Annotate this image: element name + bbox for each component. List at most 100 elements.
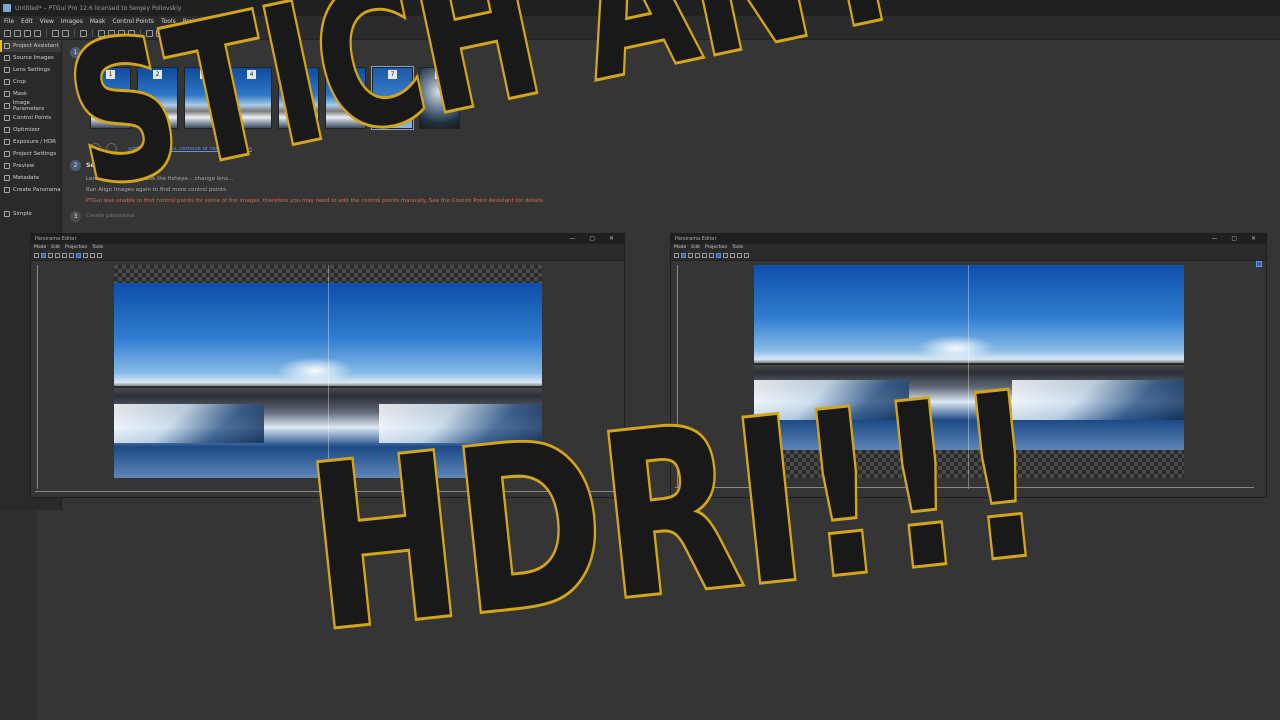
metadata-icon <box>4 175 10 181</box>
sidebar-item-label: Image Parameters <box>12 100 45 112</box>
sidebar-item-control-points[interactable]: Control Points <box>0 112 61 124</box>
editor-tool-icon[interactable] <box>90 253 95 258</box>
editor-tool-icon[interactable] <box>695 253 700 258</box>
sidebar-item-label: Project Assistant <box>13 43 59 49</box>
save-project-icon[interactable] <box>24 29 31 37</box>
save-as-icon[interactable] <box>34 29 41 37</box>
sidebar-item-create-panorama[interactable]: Create Panorama <box>0 184 61 196</box>
editor-menu-mode[interactable]: Mode <box>34 245 46 250</box>
sidebar-item-crop[interactable]: Crop <box>0 76 61 88</box>
editor-tool-icon[interactable] <box>69 253 74 258</box>
overlay-title-line-2: HDRI!!! <box>295 342 1057 684</box>
editor-tool-icon[interactable] <box>681 253 686 258</box>
crop-icon <box>4 79 10 85</box>
snow-drift <box>114 403 264 443</box>
editor-menu-mode[interactable]: Mode <box>674 245 686 250</box>
sidebar-item-label: Crop <box>13 79 26 85</box>
sidebar-item-label: Preview <box>13 163 35 169</box>
sidebar-item-mask[interactable]: Mask <box>0 88 61 100</box>
editor-tool-icon[interactable] <box>62 253 67 258</box>
snow-drift <box>1012 379 1184 421</box>
sidebar-item-label: Control Points <box>13 115 52 121</box>
editor-tool-icon[interactable] <box>34 253 39 258</box>
parameters-icon <box>4 103 10 109</box>
sidebar-item-exposure-hdr[interactable]: Exposure / HDR <box>0 136 61 148</box>
sidebar-item-label: Create Panorama <box>13 187 61 193</box>
editor-tool-icon[interactable] <box>48 253 53 258</box>
exposure-icon <box>4 139 10 145</box>
sidebar-item-label: Simple <box>13 211 32 217</box>
vertical-slider[interactable] <box>37 265 38 489</box>
overlay-title-line-1: STICH ANY <box>49 0 929 233</box>
editor-tool-icon[interactable] <box>730 253 735 258</box>
sidebar-item-project-settings[interactable]: Project Settings <box>0 148 61 160</box>
editor-toolbar <box>31 251 624 261</box>
sidebar-item-simple[interactable]: Simple <box>0 208 61 220</box>
new-project-icon[interactable] <box>4 29 11 37</box>
app-icon <box>3 4 11 12</box>
fit-view-icon[interactable] <box>1256 261 1262 267</box>
window-controls[interactable]: — ▢ ✕ <box>569 235 620 242</box>
simple-mode-icon <box>4 211 10 217</box>
editor-title: Panorama Editor <box>675 236 717 242</box>
sidebar-item-label: Project Settings <box>13 151 57 157</box>
sidebar-item-label: Lens Settings <box>13 67 51 73</box>
create-icon <box>4 187 10 193</box>
lens-icon <box>4 67 10 73</box>
window-controls[interactable]: — ▢ ✕ <box>1211 235 1262 242</box>
editor-title-bar: Panorama Editor — ▢ ✕ <box>671 234 1266 244</box>
optimizer-icon <box>4 127 10 133</box>
editor-tool-icon[interactable] <box>76 253 81 258</box>
editor-tool-icon[interactable] <box>716 253 721 258</box>
editor-menu-bar: Mode Edit Projection Tools <box>671 244 1266 251</box>
editor-tool-icon[interactable] <box>674 253 679 258</box>
sidebar-item-label: Exposure / HDR <box>13 139 57 145</box>
editor-tool-icon[interactable] <box>709 253 714 258</box>
editor-title: Panorama Editor <box>35 236 77 242</box>
screen: Untitled* – PTGui Pro 12.6 licensed to S… <box>0 0 1280 720</box>
editor-tool-icon[interactable] <box>702 253 707 258</box>
preview-icon <box>4 163 10 169</box>
sidebar-item-source-images[interactable]: Source Images <box>0 52 61 64</box>
sidebar-item-label: Source Images <box>13 55 54 61</box>
menu-edit[interactable]: Edit <box>21 18 33 25</box>
assistant-icon <box>4 43 10 49</box>
editor-tool-icon[interactable] <box>737 253 742 258</box>
editor-title-bar: Panorama Editor — ▢ ✕ <box>31 234 624 244</box>
editor-menu-edit[interactable]: Edit <box>51 245 60 250</box>
settings-icon <box>4 151 10 157</box>
sidebar-item-label: Metadata <box>13 175 40 181</box>
editor-menu-projection[interactable]: Projection <box>65 245 87 250</box>
sidebar-item-label: Mask <box>13 91 28 97</box>
mask-icon <box>4 91 10 97</box>
editor-menu-tools[interactable]: Tools <box>732 245 743 250</box>
editor-tool-icon[interactable] <box>55 253 60 258</box>
editor-tool-icon[interactable] <box>688 253 693 258</box>
menu-file[interactable]: File <box>4 18 14 25</box>
sidebar-item-project-assistant[interactable]: Project Assistant <box>0 40 61 52</box>
editor-tool-icon[interactable] <box>744 253 749 258</box>
step-2-badge: 2 <box>70 160 81 171</box>
editor-tool-icon[interactable] <box>83 253 88 258</box>
open-project-icon[interactable] <box>14 29 21 37</box>
sidebar-item-image-parameters[interactable]: Image Parameters <box>0 100 61 112</box>
sidebar-item-metadata[interactable]: Metadata <box>0 172 61 184</box>
editor-menu-edit[interactable]: Edit <box>691 245 700 250</box>
editor-tool-icon[interactable] <box>41 253 46 258</box>
editor-menu-tools[interactable]: Tools <box>92 245 103 250</box>
sidebar-item-label: Optimizer <box>13 127 40 133</box>
images-icon <box>4 55 10 61</box>
editor-tool-icon[interactable] <box>723 253 728 258</box>
toolbar-divider <box>46 29 47 37</box>
editor-toolbar <box>671 251 1266 261</box>
editor-menu-projection[interactable]: Projection <box>705 245 727 250</box>
editor-menu-bar: Mode Edit Projection Tools <box>31 244 624 251</box>
sidebar-item-preview[interactable]: Preview <box>0 160 61 172</box>
sidebar-item-lens-settings[interactable]: Lens Settings <box>0 64 61 76</box>
step-3-badge: 3 <box>70 211 81 222</box>
control-points-icon <box>4 115 10 121</box>
sidebar-item-optimizer[interactable]: Optimizer <box>0 124 61 136</box>
lower-left-panel <box>0 510 37 720</box>
editor-tool-icon[interactable] <box>97 253 102 258</box>
